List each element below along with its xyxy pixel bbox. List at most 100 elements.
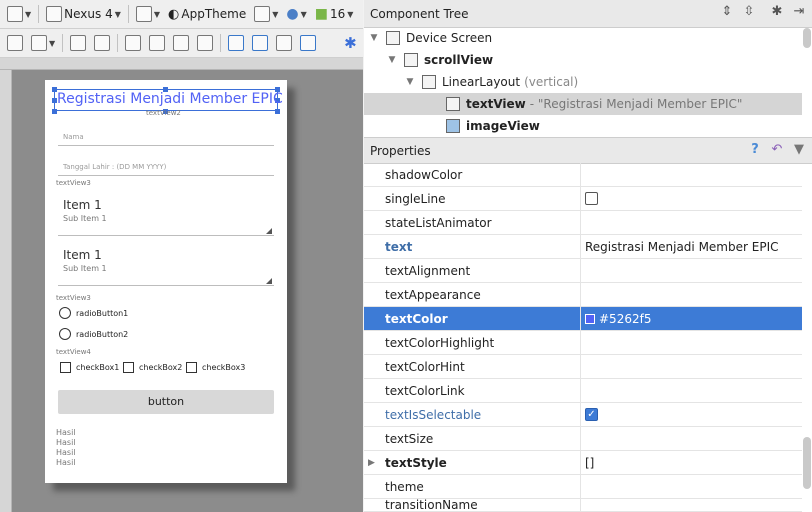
activity-selector[interactable]: ▼: [250, 3, 282, 25]
hide-panel-icon[interactable]: ⇥: [792, 5, 806, 19]
expand-horizontal-icon: [70, 35, 87, 51]
property-row[interactable]: textSize: [364, 426, 802, 451]
property-row[interactable]: textIsSelectable ✓: [364, 402, 802, 427]
hasil-text: Hasil: [56, 438, 76, 447]
spinner-1[interactable]: Item 1 Sub Item 1: [58, 192, 274, 236]
undo-icon[interactable]: ↶: [770, 143, 784, 157]
render-options-button[interactable]: ▼: [3, 3, 35, 25]
property-row[interactable]: textColorLink: [364, 378, 802, 403]
checkbox-3[interactable]: checkBox3: [186, 362, 245, 373]
property-row-selected[interactable]: textColor #5262f5: [364, 306, 802, 331]
component-tree-tools: ⇕ ⇳ ✱ ⇥: [720, 5, 806, 19]
expand-arrow-icon[interactable]: ▶: [368, 451, 375, 475]
weight-button[interactable]: [145, 32, 169, 54]
tree-row-textview[interactable]: textView - "Registrasi Menjadi Member EP…: [364, 93, 802, 115]
property-value-text: #5262f5: [599, 311, 652, 326]
property-name: textIsSelectable: [364, 402, 581, 427]
checkbox-1[interactable]: checkBox1: [60, 362, 119, 373]
filter-icon[interactable]: ▼: [792, 143, 806, 157]
property-row[interactable]: shadowColor: [364, 162, 802, 187]
properties-scrollbar[interactable]: [803, 437, 811, 489]
zoom-fit-icon: [197, 35, 214, 51]
theme-selector[interactable]: ◐ AppTheme: [164, 3, 250, 25]
nama-field[interactable]: Nama: [63, 133, 84, 141]
property-row[interactable]: transitionName: [364, 499, 802, 512]
checkbox-2[interactable]: checkBox2: [123, 362, 182, 373]
api-selector[interactable]: ■ 16 ▼: [311, 3, 358, 25]
tree-row-linearlayout[interactable]: ▼ LinearLayout (vertical): [364, 71, 802, 93]
chevron-down-icon: ▼: [25, 9, 32, 19]
device-preview[interactable]: Registrasi Menjadi Member EPIC textView2…: [45, 80, 287, 483]
device-selector[interactable]: Nexus 4 ▼: [42, 3, 125, 25]
columns-button[interactable]: [121, 32, 145, 54]
zoom-in-button[interactable]: [224, 32, 248, 54]
gear-icon[interactable]: ✱: [770, 5, 784, 19]
property-value[interactable]: Registrasi Menjadi Member EPIC: [581, 240, 778, 254]
tree-row-imageview[interactable]: imageView: [364, 115, 802, 137]
property-row[interactable]: textAppearance: [364, 282, 802, 307]
tree-scrollbar[interactable]: [803, 28, 811, 48]
radio-button-1[interactable]: radioButton1: [59, 307, 128, 319]
checkbox-label: checkBox2: [139, 363, 183, 372]
locale-selector[interactable]: ● ▼: [282, 3, 310, 25]
property-row[interactable]: textColorHint: [364, 354, 802, 379]
resize-handle[interactable]: [52, 109, 57, 114]
collapse-all-icon[interactable]: ⇳: [742, 5, 756, 19]
spinner-item: Item 1: [63, 248, 102, 262]
tree-row-device-screen[interactable]: ▼ Device Screen: [364, 27, 802, 49]
property-value[interactable]: []: [581, 456, 594, 470]
property-name: textSize: [364, 426, 581, 451]
settings-button[interactable]: ✱: [340, 32, 361, 54]
title-text[interactable]: Registrasi Menjadi Member EPIC: [57, 91, 283, 107]
refresh-button[interactable]: [296, 32, 320, 54]
property-row[interactable]: text Registrasi Menjadi Member EPIC: [364, 234, 802, 259]
property-name: textColor: [364, 306, 581, 331]
palette-toggle-button[interactable]: [3, 32, 27, 54]
checkbox-icon: [123, 362, 134, 373]
textview4-label: textView4: [56, 348, 91, 356]
expand-all-icon[interactable]: ⇕: [720, 5, 734, 19]
zoom-in-icon: [228, 35, 245, 51]
tree-row-scrollview[interactable]: ▼ scrollView: [364, 49, 802, 71]
expand-arrow-icon[interactable]: ▼: [368, 33, 380, 43]
expand-arrow-icon[interactable]: ▼: [404, 77, 416, 87]
property-name-text: textStyle: [385, 455, 447, 470]
property-name: textAppearance: [364, 282, 581, 307]
property-row[interactable]: theme: [364, 474, 802, 499]
expand-arrow-icon[interactable]: ▼: [386, 55, 398, 65]
tree-label: scrollView: [424, 53, 494, 67]
actual-size-button[interactable]: [272, 32, 296, 54]
resize-handle[interactable]: [275, 109, 280, 114]
property-row[interactable]: textColorHighlight: [364, 330, 802, 355]
zoom-region-button[interactable]: [169, 32, 193, 54]
property-row[interactable]: ▶ textStyle []: [364, 450, 802, 475]
property-value[interactable]: ✓: [581, 408, 598, 421]
property-value[interactable]: [581, 192, 598, 205]
orientation-selector[interactable]: ▼: [132, 3, 164, 25]
property-value[interactable]: #5262f5: [581, 312, 651, 326]
fill-height-button[interactable]: [90, 32, 114, 54]
columns-icon: [125, 35, 142, 51]
tree-label: LinearLayout: [442, 75, 521, 89]
view-mode-button[interactable]: ▼: [27, 32, 59, 54]
zoom-fit-button[interactable]: [193, 32, 217, 54]
radio-circle-icon: [59, 328, 71, 340]
fill-width-button[interactable]: [66, 32, 90, 54]
tanggal-lahir-field[interactable]: Tanggal Lahir : (DD MM YYYY): [63, 163, 166, 171]
radio-button-2[interactable]: radioButton2: [59, 328, 128, 340]
checkbox-icon[interactable]: [585, 192, 598, 205]
zoom-out-button[interactable]: [248, 32, 272, 54]
component-tree-title: Component Tree: [370, 6, 469, 21]
radio-circle-icon: [59, 307, 71, 319]
chevron-down-icon: ▼: [114, 9, 121, 19]
property-row[interactable]: textAlignment: [364, 258, 802, 283]
theme-label: AppTheme: [181, 7, 247, 21]
spinner-2[interactable]: Item 1 Sub Item 1: [58, 242, 274, 286]
submit-button[interactable]: button: [58, 390, 274, 414]
checkmark-icon[interactable]: ✓: [585, 408, 598, 421]
editor-toolbar-bottom: ▼ ✱: [0, 29, 363, 58]
help-icon[interactable]: ?: [748, 143, 762, 157]
property-row[interactable]: stateListAnimator: [364, 210, 802, 235]
hasil-text: Hasil: [56, 458, 76, 467]
property-row[interactable]: singleLine: [364, 186, 802, 211]
